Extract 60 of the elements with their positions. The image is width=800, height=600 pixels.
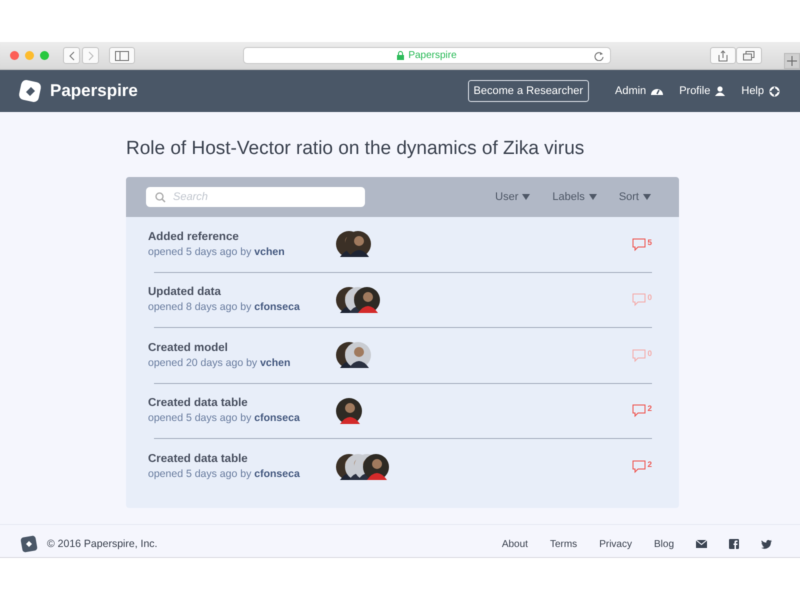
search-field[interactable]: Search [146,187,365,207]
activity-title[interactable]: Created data table [148,453,336,466]
lifebuoy-icon [769,86,780,96]
speech-bubble-icon [632,293,646,306]
share-icon [718,50,728,62]
user-icon [715,86,726,96]
activity-title[interactable]: Created model [148,342,336,354]
copyright-text: © 2016 Paperspire, Inc. [47,538,158,550]
close-window-button[interactable] [10,51,19,60]
activity-meta: opened 5 days ago by cfonseca [148,412,301,424]
footer-link[interactable]: Blog [654,538,674,550]
nav-link[interactable]: Profile [679,85,726,97]
activity-title[interactable]: Created data table [148,397,336,410]
facebook-icon[interactable] [729,539,739,549]
speech-bubble-icon [632,348,646,362]
chevron-left-icon [68,50,76,60]
avatar [354,286,380,313]
speech-bubble-icon [632,238,646,251]
activity-meta: opened 5 days ago by cfonseca [148,468,301,480]
caret-icon [522,194,530,200]
avatar [336,398,362,424]
chevron-right-icon [86,50,94,60]
tabs-icon [743,50,755,60]
footer-link[interactable]: About [502,538,528,550]
twitter-icon[interactable] [761,540,772,548]
nav-link[interactable]: Help [741,85,780,97]
caret-icon [588,194,597,200]
activity-title[interactable]: Added reference [148,230,336,243]
new-tab-button[interactable] [784,52,800,68]
footer-link[interactable]: Terms [550,538,578,550]
activity-meta: opened 20 days ago by vchen [148,356,292,369]
sidebar-icon [115,50,129,60]
speech-bubble-icon [632,460,646,474]
avatar [363,454,389,480]
speech-bubble-icon [632,404,646,418]
nav-link[interactable]: Admin [615,85,664,97]
dashboard-icon [651,86,664,96]
tabs-button[interactable] [736,47,762,64]
back-button[interactable] [63,47,80,64]
mail-icon[interactable] [696,540,707,548]
logo-icon [20,535,38,553]
plus-icon [787,56,797,66]
caret-icon [643,194,651,200]
share-button[interactable] [710,47,736,64]
footer-link[interactable]: Privacy [599,538,632,550]
become-researcher-button[interactable]: Become a Researcher [468,80,589,102]
sidebar-button[interactable] [109,47,135,64]
avatar [345,342,371,368]
activity-title[interactable]: Updated data [148,286,336,298]
filter-dropdown[interactable]: User [495,191,530,203]
avatar [345,231,371,258]
filter-dropdown[interactable]: Sort [618,191,651,203]
logo-icon [18,79,42,103]
page-title: Role of Host-Vector ratio on the dynamics of Zika virus [126,138,586,160]
reload-icon[interactable] [594,51,604,61]
activity-meta: opened 5 days ago by vchen [148,246,286,258]
brand-name[interactable]: Paperspire [50,81,138,101]
lock-icon [397,51,404,60]
activity-meta: opened 8 days ago by cfonseca [148,301,301,314]
filter-dropdown[interactable]: Labels [552,191,597,203]
